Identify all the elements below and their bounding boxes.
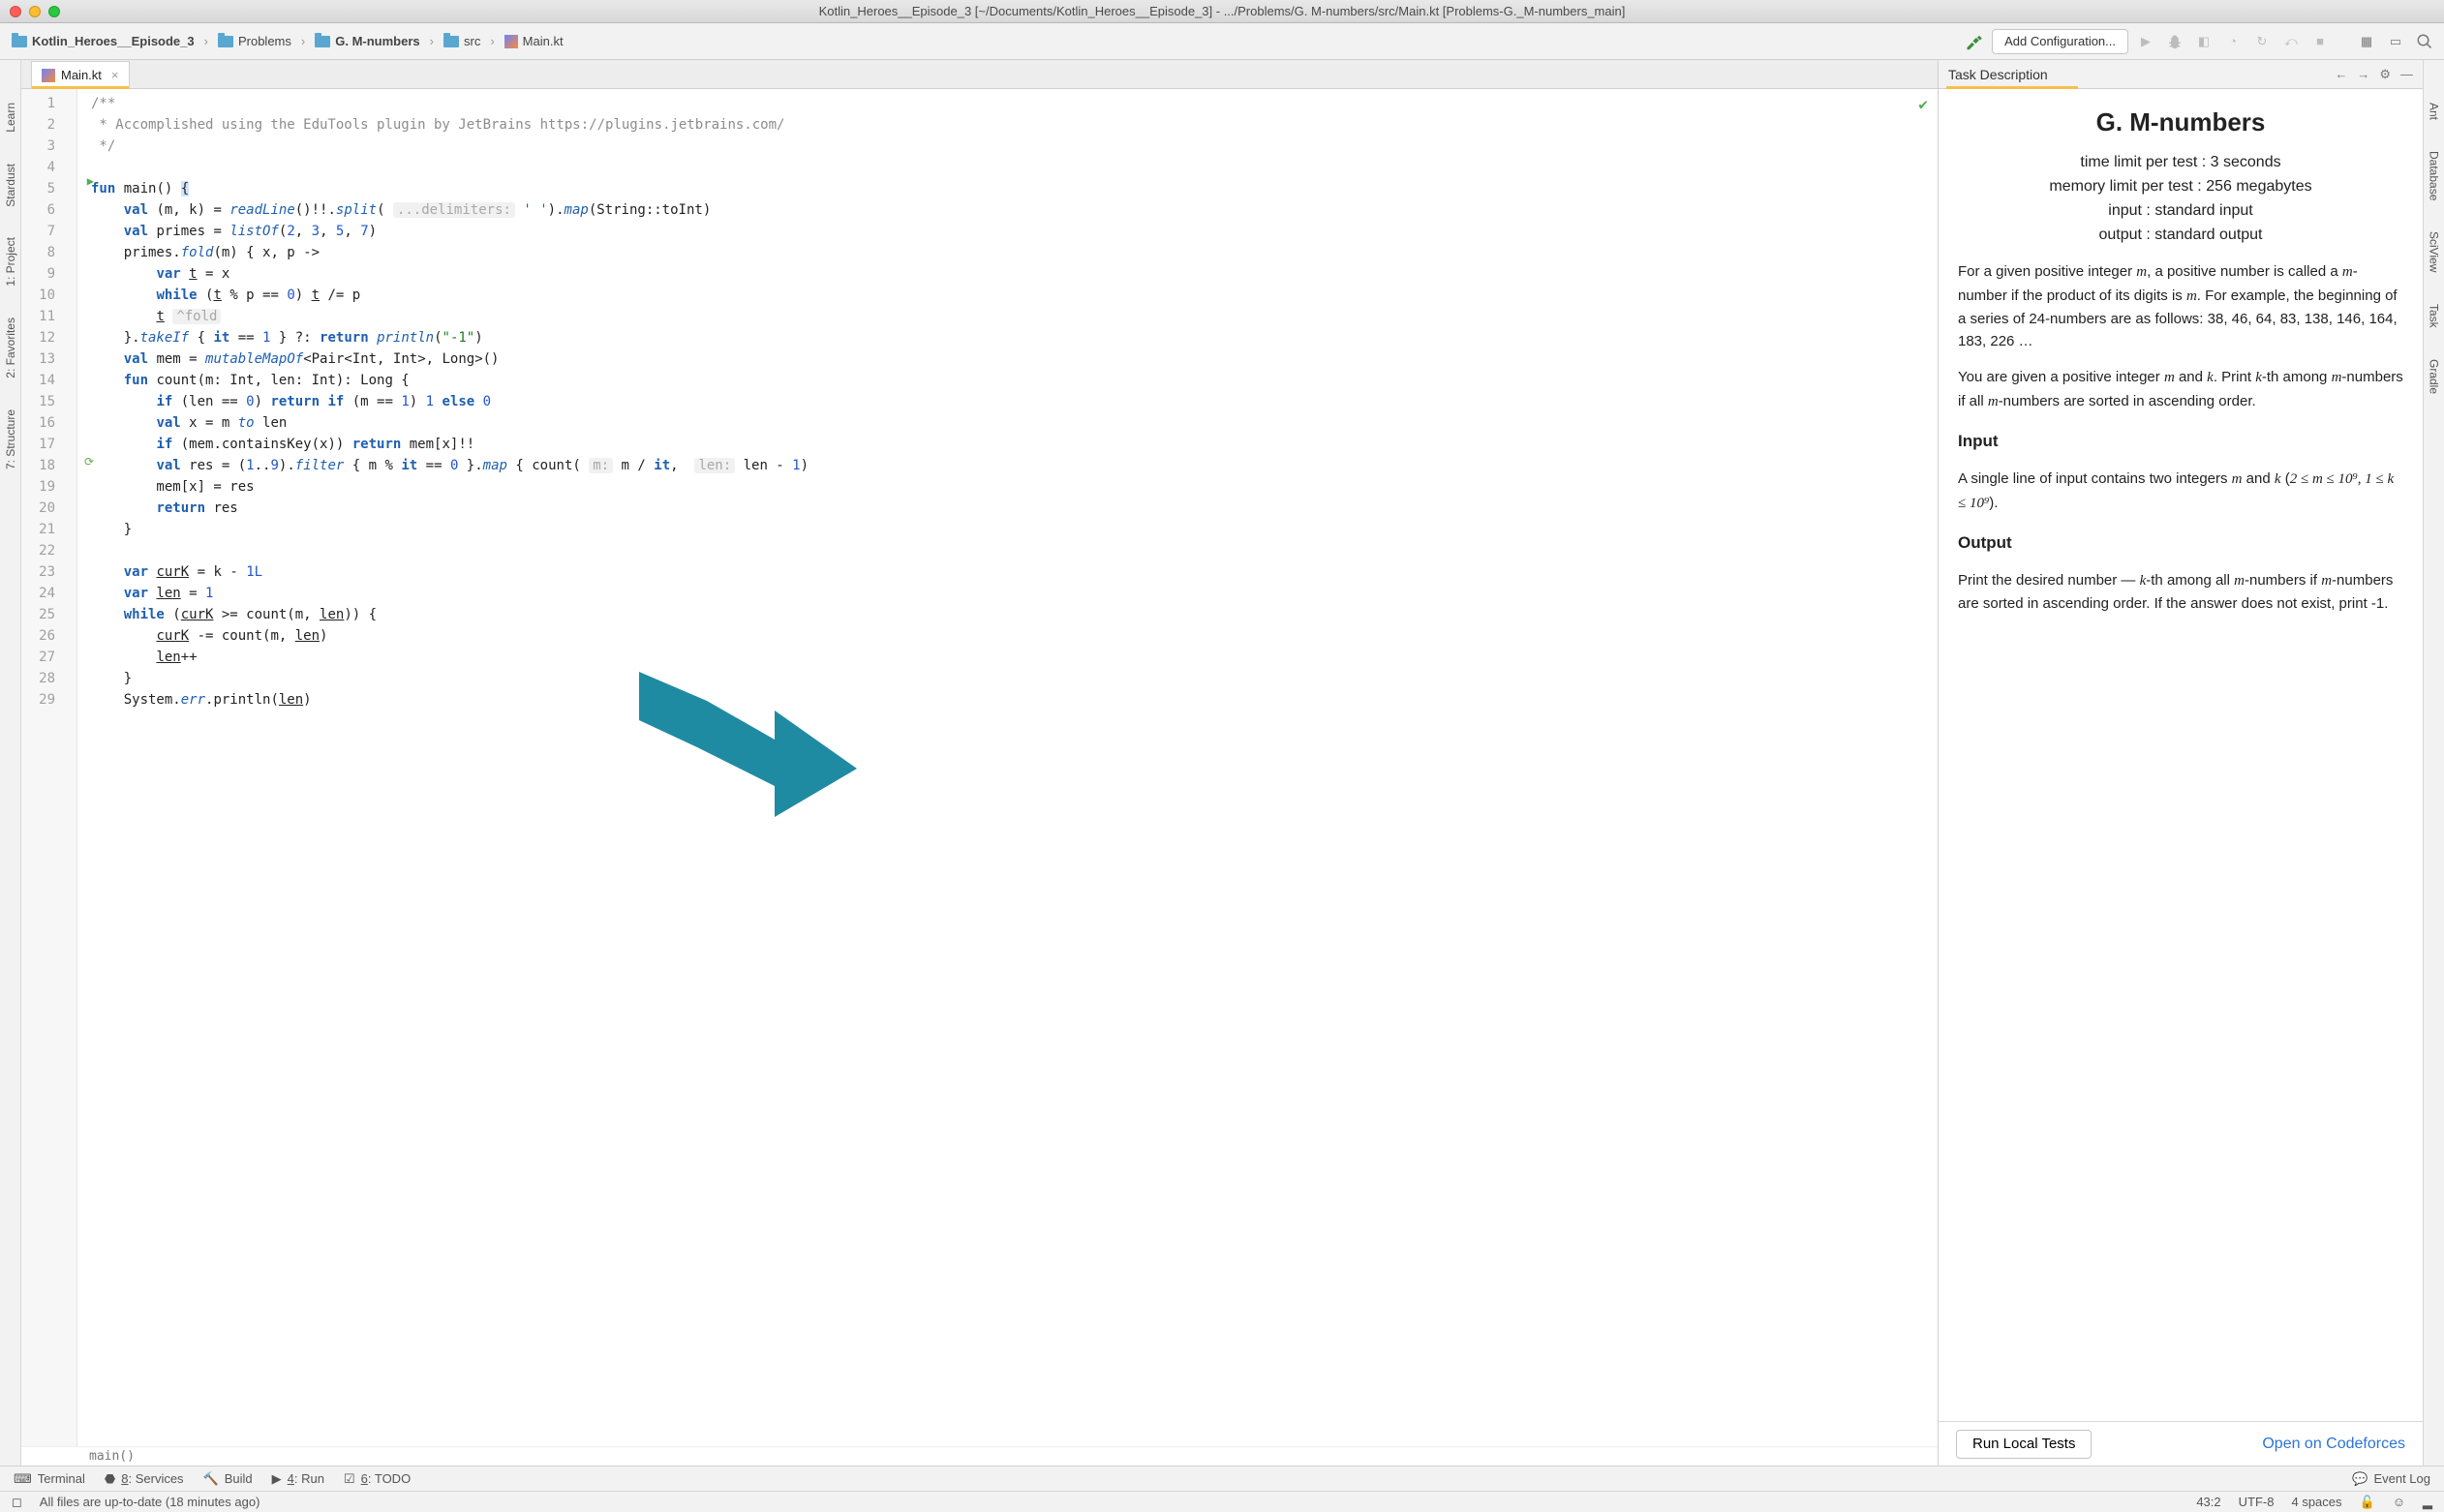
tool-eventlog[interactable]: 💬Event Log [2352, 1471, 2430, 1487]
tool-stardust[interactable]: Stardust [4, 160, 17, 211]
problem-title: G. M-numbers [1958, 103, 2403, 141]
inspection-ok-icon: ✔ [1918, 95, 1928, 113]
readonly-icon[interactable]: 🔓 [2360, 1495, 2375, 1510]
trace-icon[interactable]: ⤺ [2279, 30, 2303, 53]
tool-database[interactable]: Database [2428, 147, 2441, 204]
editor-breadcrumb: main() [21, 1446, 1938, 1466]
ide-status-icon[interactable]: ☺ [2393, 1495, 2405, 1509]
task-footer: Run Local Tests Open on Codeforces [1939, 1421, 2423, 1466]
bottom-toolbar: ⌨Terminal ⬣8: Services 🔨Build ▶4: Run ☑6… [0, 1466, 2444, 1491]
run-local-tests-button[interactable]: Run Local Tests [1956, 1430, 2092, 1459]
titlebar: Kotlin_Heroes__Episode_3 [~/Documents/Ko… [0, 0, 2444, 23]
tool-favorites[interactable]: 2: Favorites [4, 314, 17, 382]
breadcrumbs: Kotlin_Heroes__Episode_3 › Problems › G.… [8, 32, 567, 50]
avd-icon[interactable]: ▭ [2384, 30, 2407, 53]
close-tab-icon[interactable]: × [111, 68, 119, 82]
kotlin-file-icon [504, 35, 518, 48]
open-on-codeforces-link[interactable]: Open on Codeforces [2262, 1436, 2405, 1453]
file-tab-main[interactable]: Main.kt × [31, 61, 130, 88]
run-configurations[interactable]: Add Configuration... [1992, 29, 2128, 54]
crumb-task[interactable]: G. M-numbers [311, 32, 423, 50]
editor-panel: Main.kt × 1 2 3 4 5 6 7 8 9 10 11 12 13 … [21, 60, 1939, 1466]
attach-icon[interactable]: ↻ [2250, 30, 2274, 53]
debug-icon[interactable] [2163, 30, 2186, 53]
tool-task[interactable]: Task [2428, 300, 2441, 332]
stop-icon[interactable]: ■ [2308, 30, 2332, 53]
input-paragraph: A single line of input contains two inte… [1958, 468, 2403, 515]
meta-input: input : standard input [1958, 199, 2403, 224]
settings-icon[interactable]: ⚙ [2379, 67, 2391, 82]
minimize-icon[interactable]: — [2400, 67, 2413, 82]
chevron-right-icon: › [202, 34, 210, 48]
toolwindows-icon[interactable]: ◻ [12, 1495, 22, 1510]
indent[interactable]: 4 spaces [2291, 1495, 2341, 1509]
tool-terminal[interactable]: ⌨Terminal [14, 1471, 85, 1487]
meta-memory: memory limit per test : 256 megabytes [1958, 175, 2403, 199]
task-panel-title: Task Description [1948, 67, 2048, 82]
build-icon[interactable] [1963, 30, 1986, 53]
tool-ant[interactable]: Ant [2428, 99, 2441, 124]
editor-tabbar: Main.kt × [21, 60, 1938, 89]
file-tab-label: Main.kt [61, 68, 102, 82]
crumb-problems[interactable]: Problems [214, 32, 295, 50]
task-body[interactable]: G. M-numbers time limit per test : 3 sec… [1939, 89, 2423, 1421]
meta-output: output : standard output [1958, 224, 2403, 248]
crumb-src[interactable]: src [440, 32, 484, 50]
task-panel: Task Description ← → ⚙ — G. M-numbers ti… [1939, 60, 2423, 1466]
task-panel-header: Task Description ← → ⚙ — [1939, 60, 2423, 89]
main-area: Learn Stardust 1: Project 2: Favorites 7… [0, 60, 2444, 1466]
profile-icon[interactable]: ◔ [2221, 30, 2245, 53]
folder-icon [12, 36, 27, 47]
task-panel-tools: ← → ⚙ — [2335, 67, 2413, 82]
output-paragraph: Print the desired number — k-th among al… [1958, 569, 2403, 616]
statusbar: ◻ All files are up-to-date (18 minutes a… [0, 1491, 2444, 1512]
gutter: 1 2 3 4 5 6 7 8 9 10 11 12 13 14 15 16 1… [21, 89, 77, 1446]
memory-icon[interactable]: ▂ [2423, 1495, 2432, 1510]
chevron-right-icon: › [428, 34, 436, 48]
left-toolstripe: Learn Stardust 1: Project 2: Favorites 7… [0, 60, 21, 1466]
tool-structure[interactable]: 7: Structure [4, 406, 17, 473]
folder-icon [443, 36, 459, 47]
caret-position[interactable]: 43:2 [2196, 1495, 2220, 1509]
crumb-file[interactable]: Main.kt [501, 32, 567, 50]
status-message: All files are up-to-date (18 minutes ago… [40, 1495, 260, 1509]
chevron-right-icon: › [299, 34, 307, 48]
code-area[interactable]: ✔ /** * Accomplished using the EduTools … [77, 89, 1938, 1446]
run-icon[interactable]: ▶ [2134, 30, 2157, 53]
file-encoding[interactable]: UTF-8 [2239, 1495, 2275, 1509]
tool-learn[interactable]: Learn [4, 99, 17, 136]
tool-gradle[interactable]: Gradle [2428, 355, 2441, 398]
problem-paragraph: You are given a positive integer m and k… [1958, 366, 2403, 413]
tool-project[interactable]: 1: Project [4, 233, 17, 290]
kotlin-file-icon [42, 69, 55, 82]
nav-forward-icon[interactable]: → [2357, 67, 2369, 82]
output-heading: Output [1958, 530, 2403, 556]
tool-run[interactable]: ▶4: Run [272, 1471, 324, 1487]
problem-paragraph: For a given positive integer m, a positi… [1958, 260, 2403, 352]
editor-body[interactable]: 1 2 3 4 5 6 7 8 9 10 11 12 13 14 15 16 1… [21, 89, 1938, 1446]
tool-sciview[interactable]: SciView [2428, 227, 2441, 276]
chevron-right-icon: › [488, 34, 496, 48]
search-everywhere-icon[interactable] [2413, 30, 2436, 53]
folder-icon [315, 36, 330, 47]
right-toolstripe: Ant Database SciView Task Gradle [2423, 60, 2444, 1466]
meta-time: time limit per test : 3 seconds [1958, 151, 2403, 175]
window-title: Kotlin_Heroes__Episode_3 [~/Documents/Ko… [0, 4, 2444, 18]
folder-icon [218, 36, 233, 47]
tool-build[interactable]: 🔨Build [203, 1471, 253, 1487]
project-structure-icon[interactable]: ▦ [2355, 30, 2378, 53]
tool-todo[interactable]: ☑6: TODO [344, 1471, 411, 1487]
nav-toolbar: Kotlin_Heroes__Episode_3 › Problems › G.… [0, 23, 2444, 60]
crumb-project[interactable]: Kotlin_Heroes__Episode_3 [8, 32, 199, 50]
tool-services[interactable]: ⬣8: Services [105, 1471, 184, 1487]
input-heading: Input [1958, 429, 2403, 454]
coverage-icon[interactable]: ◧ [2192, 30, 2215, 53]
nav-back-icon[interactable]: ← [2335, 67, 2347, 82]
